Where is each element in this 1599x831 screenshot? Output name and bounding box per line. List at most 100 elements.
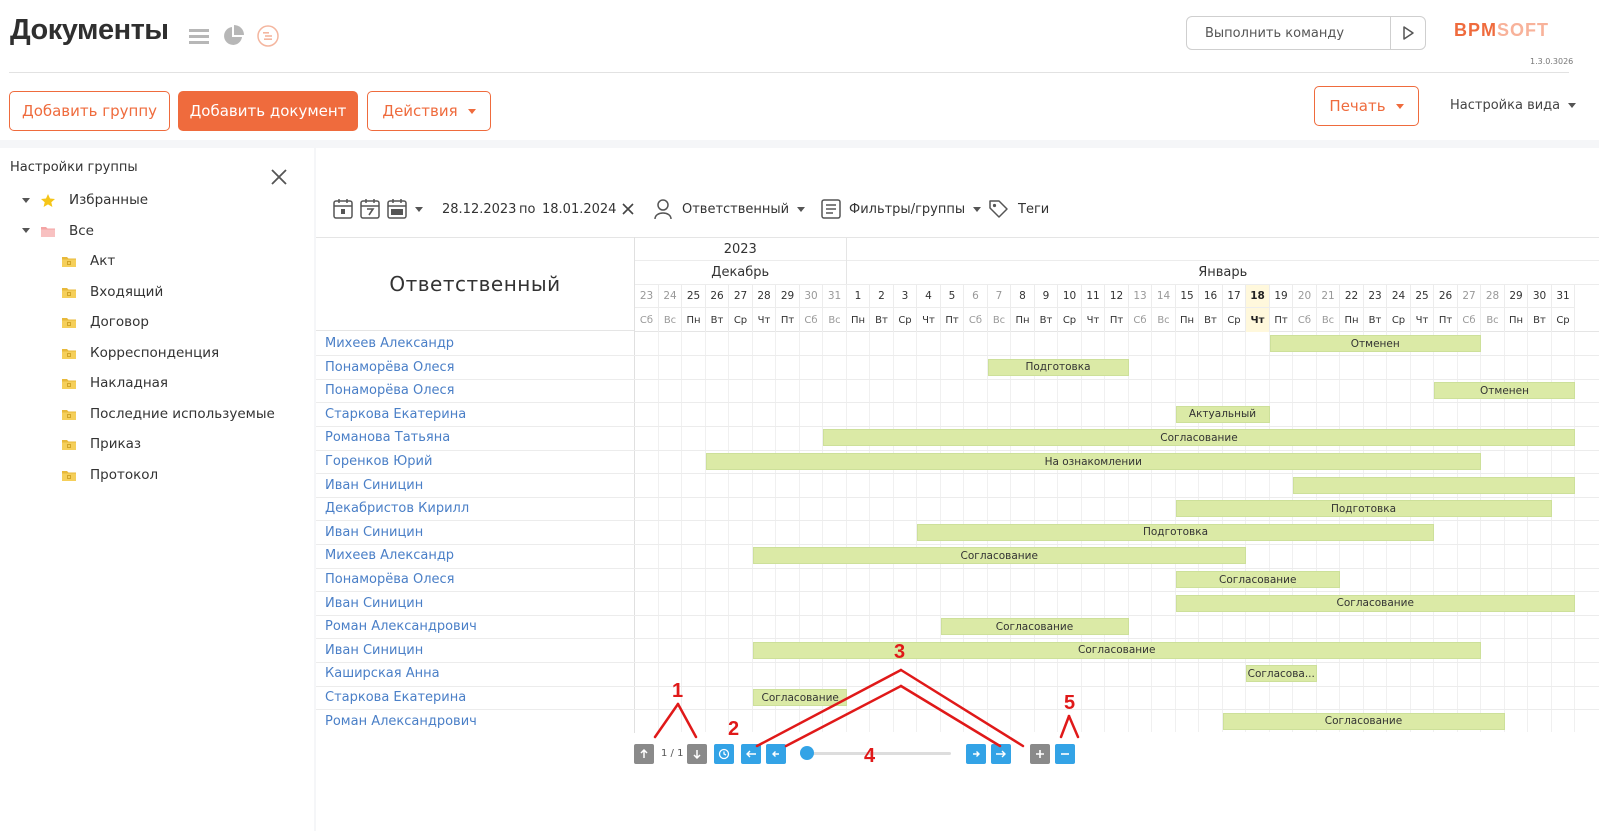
zoom-out-button[interactable] xyxy=(1055,744,1075,764)
responsible-name-link[interactable]: Роман Александрович xyxy=(325,710,477,733)
responsible-name-link[interactable]: Декабристов Кирилл xyxy=(325,497,469,520)
tree-item[interactable]: Накладная xyxy=(61,375,168,391)
clear-date-icon[interactable] xyxy=(620,194,636,224)
responsible-name-link[interactable]: Понаморёва Олеся xyxy=(325,568,454,591)
view-setup-button[interactable]: Настройка вида xyxy=(1450,98,1577,113)
responsible-name-link[interactable]: Михеев Александр xyxy=(325,332,454,355)
day-name: Пт xyxy=(1438,315,1453,326)
add-group-button[interactable]: Добавить группу xyxy=(9,91,170,131)
day-number: 5 xyxy=(940,285,964,308)
gantt-bar[interactable]: Согласование xyxy=(752,689,847,706)
grid-column-line xyxy=(681,332,682,732)
tree-item[interactable]: Последние используемые xyxy=(61,406,275,422)
row-divider xyxy=(316,402,1599,404)
tree-item[interactable]: Все xyxy=(22,223,94,239)
list-view-icon[interactable] xyxy=(187,24,211,48)
gantt-bar[interactable]: На ознакомлении xyxy=(705,453,1481,470)
expand-triangle-icon[interactable] xyxy=(22,197,30,203)
responsible-name-link[interactable]: Иван Синицин xyxy=(325,474,423,497)
date-from[interactable]: 28.12.2023 xyxy=(442,194,516,224)
timeline-slider-knob[interactable] xyxy=(800,746,814,760)
gantt-bar[interactable]: Согласование xyxy=(1175,594,1575,612)
day-column: 31 Ср xyxy=(1551,285,1575,332)
close-icon[interactable] xyxy=(268,166,290,188)
timeline-slider-track[interactable] xyxy=(800,752,951,755)
filters-groups-dropdown[interactable]: Фильтры/группы xyxy=(849,194,982,224)
tree-item[interactable]: Приказ xyxy=(61,436,141,452)
gantt-bar[interactable]: Согласование xyxy=(752,547,1246,565)
scroll-right-button[interactable] xyxy=(966,744,986,764)
responsible-name-link[interactable]: Горенков Юрий xyxy=(325,450,432,473)
actions-button[interactable]: Действия xyxy=(367,91,491,131)
responsible-name-link[interactable]: Иван Синицин xyxy=(325,639,423,662)
print-button[interactable]: Печать xyxy=(1314,86,1419,126)
scroll-fast-left-button[interactable] xyxy=(741,744,761,764)
tags-button[interactable]: Теги xyxy=(1018,194,1049,224)
scroll-down-button[interactable] xyxy=(687,744,707,764)
folder-icon xyxy=(62,409,76,420)
responsible-name-link[interactable]: Роман Александрович xyxy=(325,615,477,638)
tree-item-label: Входящий xyxy=(90,283,164,300)
expand-triangle-icon[interactable] xyxy=(22,228,30,233)
responsible-name-link[interactable]: Иван Синицин xyxy=(325,592,423,615)
gantt-bar[interactable]: Согласование xyxy=(752,641,1481,659)
gantt-bar[interactable]: Согласование xyxy=(1222,712,1505,730)
tree-item-label: Договор xyxy=(90,314,149,330)
gantt-bar[interactable]: Подготовка xyxy=(917,523,1434,541)
tree-item[interactable]: Входящий xyxy=(61,284,163,300)
scroll-fast-right-button[interactable] xyxy=(991,744,1011,764)
grid-column-line xyxy=(869,332,870,732)
day-number: 2 xyxy=(870,285,893,308)
gantt-chart: Ответственный 2023 Декабрь Январь 23 Сб 24 В… xyxy=(316,237,1599,733)
day-number: 14 xyxy=(1152,285,1175,308)
day-column: 2 Вт xyxy=(870,285,894,332)
day-name: Вт xyxy=(1533,315,1546,326)
responsible-name-link[interactable]: Старкова Екатерина xyxy=(325,686,466,709)
gantt-bar[interactable]: Согласование xyxy=(940,618,1129,636)
day-column: 26 Вт xyxy=(705,285,729,332)
date-to[interactable]: 18.01.2024 xyxy=(542,194,616,224)
go-today-button[interactable] xyxy=(714,744,734,764)
scroll-up-button[interactable] xyxy=(634,744,654,764)
row-divider xyxy=(316,425,1599,427)
day-column-today: 18 Чт xyxy=(1246,285,1270,332)
responsible-name-link[interactable]: Каширская Анна xyxy=(325,662,440,685)
add-document-button[interactable]: Добавить документ xyxy=(178,91,358,131)
responsible-dropdown[interactable]: Ответственный xyxy=(682,194,806,224)
gantt-bar[interactable]: Подготовка xyxy=(1175,500,1552,518)
tree-item[interactable]: Акт xyxy=(61,253,115,269)
grid-column-line xyxy=(798,332,800,732)
tree-item[interactable]: Избранные xyxy=(22,192,148,208)
row-divider xyxy=(316,614,1599,616)
responsible-name-link[interactable]: Романова Татьяна xyxy=(325,426,450,449)
gantt-bar[interactable] xyxy=(1293,476,1575,494)
period-dropdown[interactable] xyxy=(415,194,423,224)
tree-item[interactable]: Протокол xyxy=(61,467,158,483)
zoom-in-button[interactable] xyxy=(1030,744,1050,764)
calendar-week-icon[interactable] xyxy=(359,194,381,224)
responsible-name-link[interactable]: Понаморёва Олеся xyxy=(325,356,454,379)
gantt-bar[interactable]: Отменен xyxy=(1434,382,1575,400)
gantt-bar[interactable]: Отменен xyxy=(1269,335,1481,352)
calendar-month-icon[interactable] xyxy=(386,194,408,224)
command-run-button[interactable] xyxy=(1391,17,1425,49)
responsible-name-link[interactable]: Михеев Александр xyxy=(325,544,454,567)
calendar-day-icon[interactable] xyxy=(332,194,354,224)
tree-item-label: Последние используемые xyxy=(90,405,275,422)
gantt-bar[interactable]: Подготовка xyxy=(987,358,1129,376)
day-column: 24 Ср xyxy=(1387,285,1411,332)
gantt-view-icon[interactable] xyxy=(256,24,280,48)
gantt-bar[interactable]: Актуальный xyxy=(1175,405,1270,423)
analytics-pie-icon[interactable] xyxy=(221,24,245,48)
responsible-name-link[interactable]: Старкова Екатерина xyxy=(325,403,466,426)
tree-item[interactable]: Договор xyxy=(61,314,149,330)
command-input[interactable] xyxy=(1187,17,1390,49)
day-number: 17 xyxy=(1222,285,1246,308)
gantt-bar[interactable]: Согласование xyxy=(1175,571,1340,588)
responsible-name-link[interactable]: Иван Синицин xyxy=(325,521,423,544)
tree-item[interactable]: Корреспонденция xyxy=(61,345,219,361)
scroll-left-button[interactable] xyxy=(766,744,786,764)
gantt-bar[interactable]: Согласование xyxy=(823,429,1575,447)
gantt-bar[interactable]: Согласова... xyxy=(1246,665,1317,683)
responsible-name-link[interactable]: Понаморёва Олеся xyxy=(325,379,454,402)
